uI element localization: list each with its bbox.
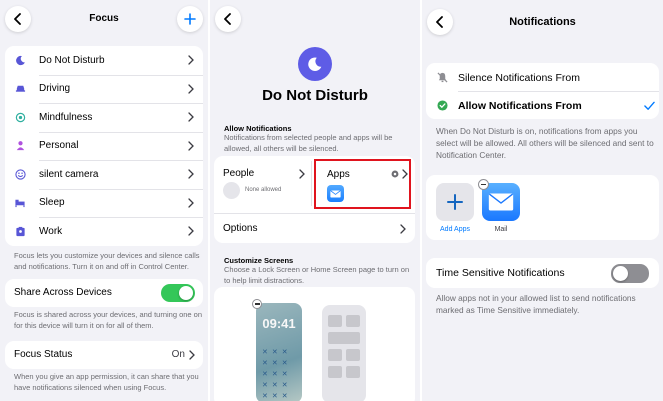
smiley-icon [14, 168, 26, 180]
customize-screens-desc: Choose a Lock Screen or Home Screen page… [224, 265, 410, 285]
chevron-right-icon [188, 84, 194, 94]
share-across-devices-row: Share Across Devices [5, 279, 203, 307]
focus-item-personal[interactable]: Personal [5, 131, 203, 161]
page-title: Notifications [509, 16, 576, 28]
share-toggle[interactable] [161, 284, 195, 302]
focus-item-label: Do Not Disturb [39, 54, 105, 66]
chevron-left-icon [224, 13, 231, 25]
toggle-knob [179, 286, 193, 300]
share-label: Share Across Devices [14, 287, 112, 298]
bed-icon [14, 197, 26, 209]
apps-label: Apps [327, 169, 350, 180]
bell-slash-icon [437, 72, 448, 83]
mail-app-icon [327, 185, 344, 202]
chevron-right-icon [188, 141, 194, 151]
chevron-right-icon [188, 169, 194, 179]
id-badge-icon [14, 225, 26, 237]
focus-status-value: On [171, 349, 185, 360]
focus-item-label: Mindfulness [39, 111, 93, 123]
time-sensitive-row: Time Sensitive Notifications [426, 258, 659, 288]
allow-notifications-card: People None allowed Apps Options [214, 156, 415, 243]
checkmark-icon [644, 101, 655, 110]
toggle-knob [613, 266, 628, 281]
divider [311, 161, 312, 206]
focus-status-footer: When you give an app permission, it can … [14, 372, 199, 392]
focus-item-sleep[interactable]: Sleep [5, 188, 203, 218]
people-label: People [223, 168, 255, 179]
mail-label: Mail [494, 226, 508, 233]
focus-item-driving[interactable]: Driving [5, 74, 203, 104]
flower-icon [14, 111, 26, 123]
chevron-right-icon [299, 169, 305, 179]
screens-card: 09:41 ✕✕✕ ✕✕✕ ✕✕✕ ✕✕✕ ✕✕✕ [214, 287, 415, 401]
moon-icon [14, 54, 26, 66]
remove-mail-button[interactable] [478, 179, 489, 190]
chevron-right-icon [400, 224, 406, 234]
allow-notifications-option[interactable]: Allow Notifications From [426, 92, 659, 119]
chevron-right-icon [402, 169, 408, 179]
focus-item-do-not-disturb[interactable]: Do Not Disturb [5, 46, 203, 75]
focus-item-mindfulness[interactable]: Mindfulness [5, 103, 203, 132]
notifications-panel: Notifications Silence Notifications From… [422, 0, 663, 401]
people-none-allowed: None allowed [245, 187, 282, 193]
add-apps-button[interactable] [436, 183, 474, 221]
focus-item-label: Sleep [39, 197, 65, 209]
focus-list: Do Not Disturb Driving Mindfulness Perso… [5, 46, 203, 246]
plus-icon [447, 194, 463, 210]
lock-screen-time: 09:41 [262, 316, 296, 331]
moon-icon [298, 47, 332, 81]
do-not-disturb-panel: Do Not Disturb Allow Notifications Notif… [210, 0, 420, 401]
silence-notifications-option[interactable]: Silence Notifications From [426, 63, 659, 91]
chevron-right-icon [188, 55, 194, 65]
customize-screens-header: Customize Screens [224, 256, 294, 265]
chevron-right-icon [188, 226, 194, 236]
allow-notifications-header: Allow Notifications [224, 124, 292, 133]
focus-status-label: Focus Status [14, 349, 73, 360]
car-icon [14, 83, 26, 95]
options-label: Options [223, 223, 258, 234]
focus-list-footer: Focus lets you customize your devices an… [14, 251, 200, 271]
allow-label: Allow Notifications From [458, 100, 582, 112]
avatar-placeholder [223, 182, 240, 199]
mail-app-icon[interactable] [482, 183, 520, 221]
time-sensitive-footer: Allow apps not in your allowed list to s… [436, 293, 636, 315]
add-apps-label: Add Apps [440, 226, 470, 233]
focus-panel: Focus Do Not Disturb Driving Mindfulness… [0, 0, 208, 401]
chevron-right-icon [189, 350, 195, 360]
time-sensitive-label: Time Sensitive Notifications [436, 267, 565, 279]
chevron-right-icon [188, 198, 194, 208]
time-sensitive-toggle[interactable] [611, 264, 649, 283]
allow-notifications-desc: Notifications from selected people and a… [224, 133, 393, 153]
apps-tile[interactable]: Apps [314, 159, 411, 209]
lock-screen-preview[interactable]: 09:41 ✕✕✕ ✕✕✕ ✕✕✕ ✕✕✕ ✕✕✕ [256, 303, 302, 401]
chevron-right-icon [188, 112, 194, 122]
plus-icon [184, 13, 196, 25]
add-focus-button[interactable] [177, 6, 203, 32]
people-tile[interactable]: People None allowed [214, 156, 310, 211]
gear-icon [391, 170, 399, 178]
wallpaper-pattern: ✕✕✕ ✕✕✕ ✕✕✕ ✕✕✕ ✕✕✕ [262, 349, 292, 400]
back-button[interactable] [215, 6, 241, 32]
focus-item-label: Work [39, 225, 63, 237]
focus-item-label: silent camera [39, 168, 99, 180]
options-row[interactable]: Options [214, 214, 415, 243]
silence-label: Silence Notifications From [458, 72, 580, 84]
share-footer: Focus is shared across your devices, and… [14, 310, 203, 330]
home-screen-preview[interactable] [322, 305, 366, 401]
notification-mode-card: Silence Notifications From Allow Notific… [426, 63, 659, 119]
person-icon [14, 140, 26, 152]
focus-item-work[interactable]: Work [5, 217, 203, 246]
focus-item-silent-camera[interactable]: silent camera [5, 160, 203, 189]
focus-status-row[interactable]: Focus Status On [5, 341, 203, 369]
remove-icon[interactable] [252, 299, 262, 309]
allowed-apps-card: Add Apps Mail [426, 175, 659, 240]
focus-item-label: Personal [39, 140, 79, 152]
dnd-title: Do Not Disturb [262, 87, 368, 104]
checkmark-seal-icon [437, 100, 448, 111]
focus-item-label: Driving [39, 83, 71, 95]
allow-footer: When Do Not Disturb is on, notifications… [436, 126, 654, 160]
